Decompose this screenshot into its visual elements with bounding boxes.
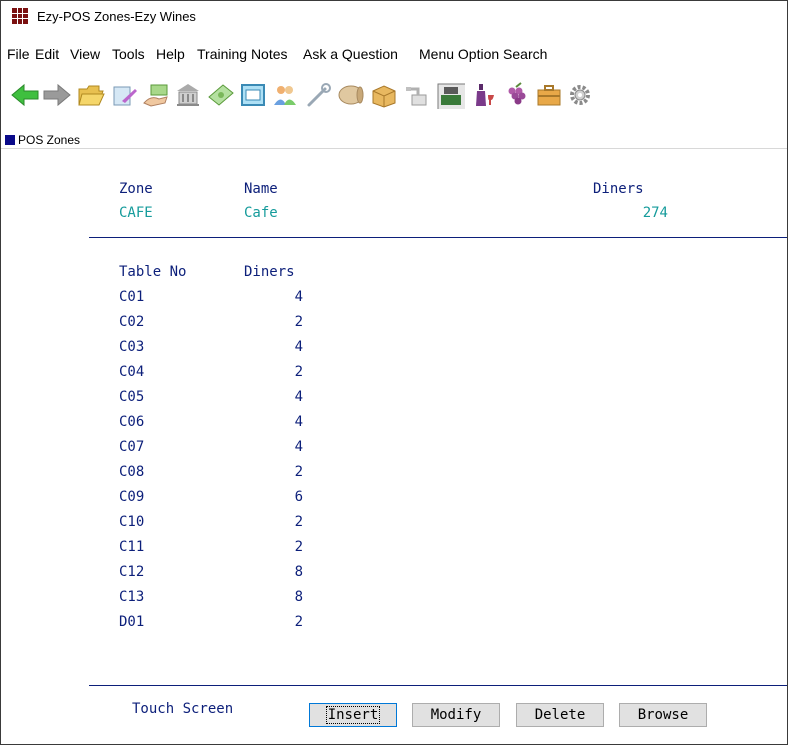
menu-help[interactable]: Help [156,46,185,62]
table-no-cell: C10 [119,514,145,530]
insert-button[interactable]: Insert [309,703,397,727]
menu-edit[interactable]: Edit [35,46,59,62]
touch-screen-link[interactable]: Touch Screen [132,701,233,717]
app-window: Ezy-POS Zones-Ezy Wines File Edit View T… [0,0,788,745]
modify-button[interactable]: Modify [412,703,500,727]
table-no-header: Table No [119,264,187,280]
footer-separator-line [89,685,787,686]
separator-line [89,237,787,238]
menu-view[interactable]: View [70,46,100,62]
document-tab[interactable]: POS Zones [1,132,787,149]
browse-button[interactable]: Browse [619,703,707,727]
name-column-header: Name [244,181,278,197]
people-icon[interactable] [269,79,301,111]
table-no-cell: C01 [119,289,145,305]
toolbar [1,77,787,117]
zone-code-field[interactable]: CAFE [119,205,153,221]
table-no-cell: C06 [119,414,145,430]
box-icon[interactable] [368,79,400,111]
table-diners-cell: 4 [294,439,303,455]
delete-button-label: Delete [534,707,586,723]
wrench-icon[interactable] [303,79,335,111]
insert-button-label: Insert [325,706,381,724]
tab-label: POS Zones [18,133,81,147]
table-diners-cell: 8 [294,589,303,605]
table-diners-cell: 2 [294,314,303,330]
table-diners-cell: 4 [294,414,303,430]
menu-tools[interactable]: Tools [112,46,145,62]
barrel-icon[interactable] [335,79,367,111]
delete-button[interactable]: Delete [516,703,604,727]
table-diners-cell: 4 [294,389,303,405]
table-no-cell: C11 [119,539,145,555]
gear-icon[interactable] [564,79,596,111]
table-diners-cell: 8 [294,564,303,580]
briefcase-icon[interactable] [533,79,565,111]
table-diners-cell: 6 [294,489,303,505]
zone-column-header: Zone [119,181,153,197]
menu-training-notes[interactable]: Training Notes [197,46,288,62]
screen-icon[interactable] [237,79,269,111]
cash-register-icon[interactable] [434,79,466,111]
table-diners-cell: 2 [294,514,303,530]
bank-icon[interactable] [172,79,204,111]
table-no-cell: C07 [119,439,145,455]
table-no-cell: C09 [119,489,145,505]
table-diners-cell: 2 [294,364,303,380]
browse-button-label: Browse [637,707,689,723]
window-title: Ezy-POS Zones-Ezy Wines [37,9,196,24]
money-hand-icon[interactable] [140,79,172,111]
grapes-icon[interactable] [500,79,532,111]
table-diners-cell: 2 [294,614,303,630]
forward-arrow-icon[interactable] [41,79,73,111]
title-bar: Ezy-POS Zones-Ezy Wines [1,1,787,32]
app-icon [12,8,28,24]
table-diners-header: Diners [244,264,295,280]
folder-icon[interactable] [75,79,107,111]
zone-name-field[interactable]: Cafe [244,205,278,221]
table-diners-cell: 2 [294,539,303,555]
table-no-cell: C03 [119,339,145,355]
table-no-cell: C13 [119,589,145,605]
menu-option-search[interactable]: Menu Option Search [419,46,547,62]
table-diners-cell: 4 [294,339,303,355]
tap-icon[interactable] [401,79,433,111]
table-diners-cell: 2 [294,464,303,480]
table-no-cell: C12 [119,564,145,580]
menu-ask-a-question[interactable]: Ask a Question [303,46,398,62]
table-no-cell: C02 [119,314,145,330]
table-no-cell: C08 [119,464,145,480]
menu-file[interactable]: File [7,46,30,62]
zone-diners-total: 274 [642,205,668,221]
wine-bottle-icon[interactable] [467,79,499,111]
table-no-cell: C05 [119,389,145,405]
modify-button-label: Modify [430,707,482,723]
table-no-cell: D01 [119,614,145,630]
zone-diners-header: Diners [593,181,644,197]
tab-square-icon [5,135,15,145]
menu-bar: File Edit View Tools Help Training Notes… [1,44,787,64]
table-diners-cell: 4 [294,289,303,305]
table-no-cell: C04 [119,364,145,380]
paper-icon[interactable] [108,79,140,111]
banknote-icon[interactable] [205,79,237,111]
back-arrow-icon[interactable] [9,79,41,111]
